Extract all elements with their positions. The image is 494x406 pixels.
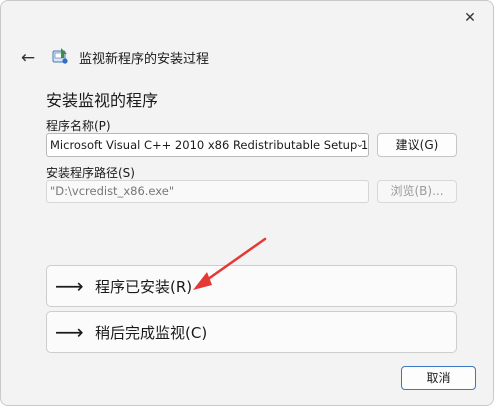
browse-button[interactable]: 浏览(B)...: [377, 180, 457, 203]
installer-path-value: "D:\vcredist_x86.exe": [50, 184, 175, 198]
back-arrow-icon: ←: [20, 48, 36, 68]
section-heading: 安装监视的程序: [46, 91, 159, 110]
finish-later-label: 稍后完成监视(C): [95, 323, 208, 342]
suggest-button[interactable]: 建议(G): [377, 133, 457, 157]
arrow-right-icon: ⟶: [55, 274, 84, 298]
cancel-button[interactable]: 取消: [401, 366, 476, 390]
close-icon: ✕: [464, 10, 476, 26]
finish-later-command[interactable]: ⟶ 稍后完成监视(C): [46, 311, 457, 353]
installer-path-field[interactable]: "D:\vcredist_x86.exe": [46, 180, 369, 203]
chevron-down-icon[interactable]: ⌄: [356, 134, 364, 156]
installer-icon: [52, 48, 68, 64]
header-bar: ← 监视新程序的安装过程: [1, 39, 493, 75]
monitor-install-dialog: ✕ ← 监视新程序的安装过程 安装监视的程序 程序名称(P) Microsoft…: [0, 0, 494, 406]
program-installed-command[interactable]: ⟶ 程序已安装(R): [46, 265, 457, 307]
program-name-value: Microsoft Visual C++ 2010 x86 Redistribu…: [50, 138, 369, 152]
installer-path-label: 安装程序路径(S): [46, 166, 135, 180]
program-name-combobox[interactable]: Microsoft Visual C++ 2010 x86 Redistribu…: [46, 133, 369, 157]
program-installed-label: 程序已安装(R): [95, 277, 193, 296]
back-button[interactable]: ←: [15, 45, 41, 71]
program-name-label: 程序名称(P): [46, 119, 111, 133]
page-title: 监视新程序的安装过程: [79, 52, 210, 67]
close-button[interactable]: ✕: [447, 1, 493, 35]
arrow-right-icon: ⟶: [55, 320, 84, 344]
